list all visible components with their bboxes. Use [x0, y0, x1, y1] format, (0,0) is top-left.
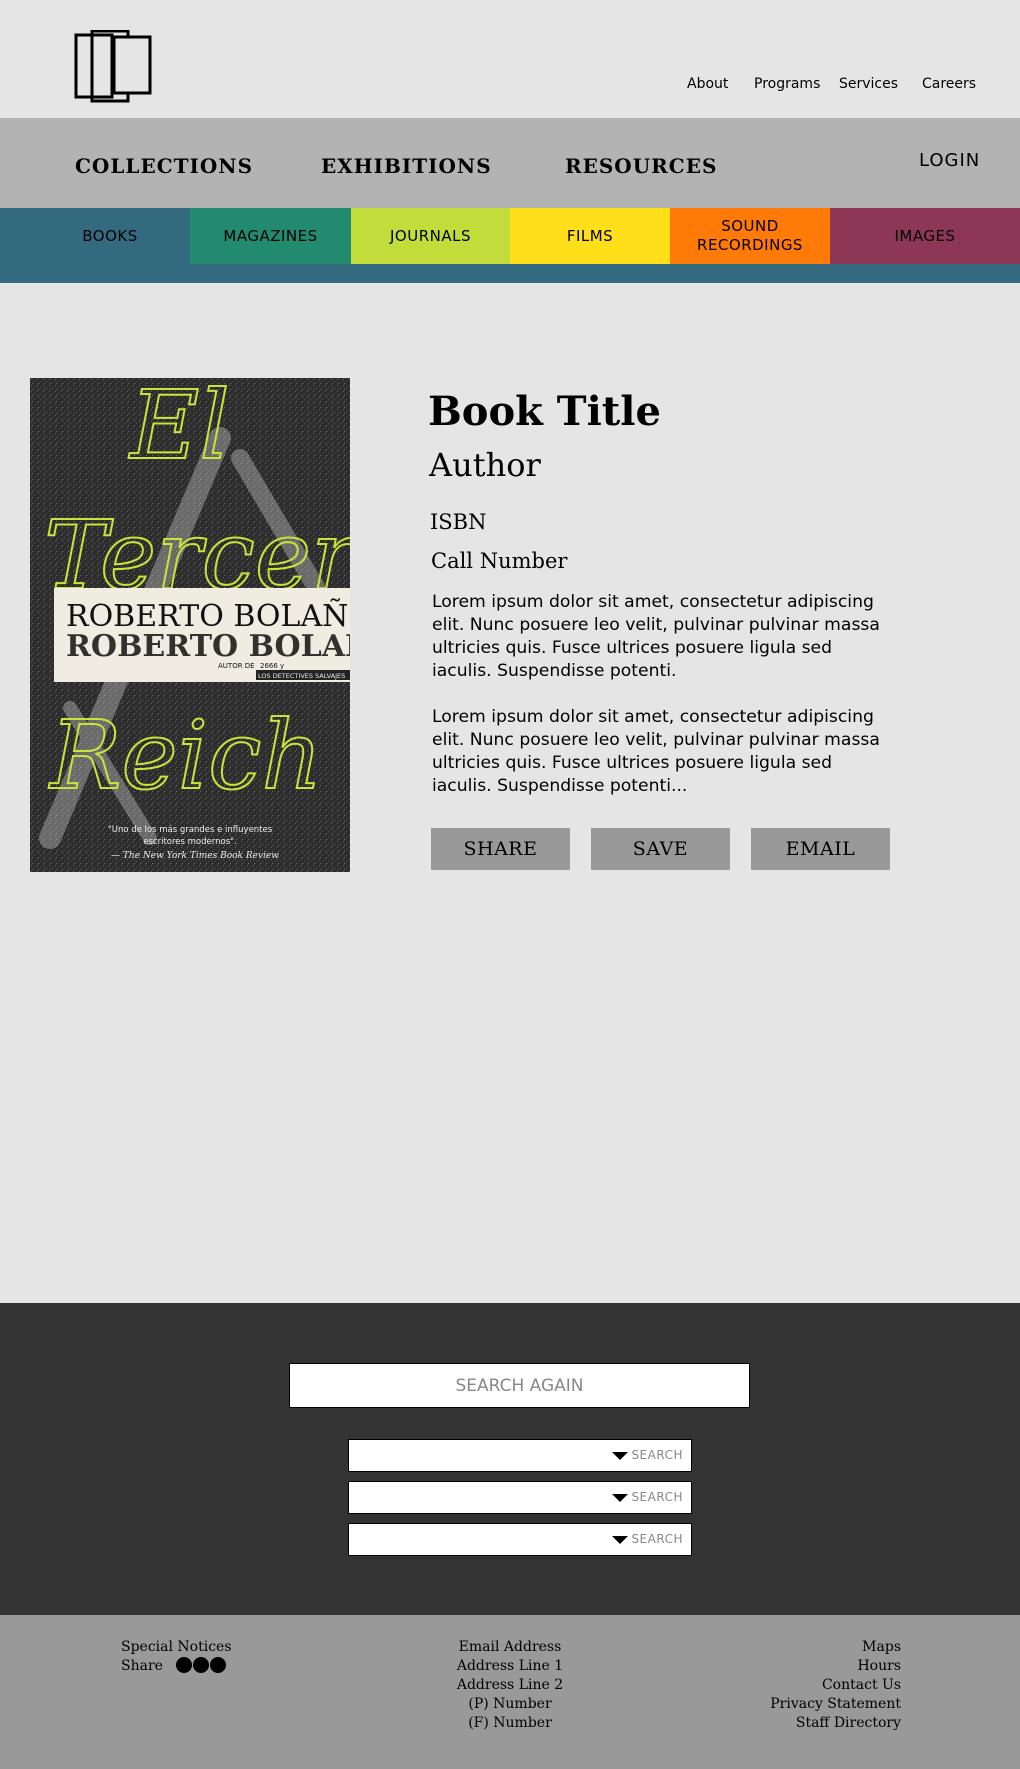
footer-address-line-2: Address Line 2: [456, 1677, 564, 1693]
dropdown-arrow-icon[interactable]: [612, 1494, 628, 1502]
cover-title-word-3: Reich: [48, 701, 323, 811]
book-description-1: Lorem ipsum dolor sit amet, consectetur …: [432, 592, 880, 681]
footer-phone-number: (P) Number: [468, 1696, 552, 1712]
cover-author-echo: ROBERTO BOLAÑO: [66, 628, 350, 664]
nav-resources[interactable]: RESOURCES: [565, 154, 717, 178]
cover-quote-source: — The New York Times Book Review: [111, 851, 279, 861]
book-call-number: Call Number: [431, 549, 568, 573]
dropdown-arrow-icon[interactable]: [612, 1452, 628, 1460]
top-link-about[interactable]: About: [687, 76, 728, 92]
category-images[interactable]: IMAGES: [830, 208, 1020, 264]
email-button[interactable]: EMAIL: [751, 828, 890, 870]
cover-quote-line-2: escritores modernos".: [143, 837, 236, 847]
book-cover-art: El Tercer Reich ROBERTO BOLAÑO ROBERTO B…: [30, 378, 350, 872]
search-dropdown-label[interactable]: SEARCH: [631, 1532, 683, 1546]
footer-special-notices[interactable]: Special Notices: [121, 1638, 232, 1657]
footer: Special Notices Share Email Address Addr…: [0, 1615, 1020, 1769]
search-dropdown-label[interactable]: SEARCH: [631, 1490, 683, 1504]
footer-link-maps[interactable]: Maps: [700, 1638, 901, 1657]
top-link-programs[interactable]: Programs: [754, 76, 820, 92]
book-author: Author: [429, 446, 541, 484]
category-sound-recordings[interactable]: SOUND RECORDINGS: [670, 208, 830, 264]
cover-tagline-prefix: AUTOR DE: [218, 662, 255, 670]
book-isbn: ISBN: [430, 510, 487, 534]
cover-tagline-book-b: LOS DETECTIVES SALVAJES: [258, 672, 345, 680]
search-again-input[interactable]: SEARCH AGAIN: [289, 1363, 750, 1408]
footer-contact: Email Address Address Line 1 Address Lin…: [410, 1638, 610, 1733]
footer-links: Maps Hours Contact Us Privacy Statement …: [700, 1638, 901, 1733]
search-dropdown-2[interactable]: SEARCH: [348, 1481, 692, 1514]
category-journals[interactable]: JOURNALS: [351, 208, 510, 264]
social-icon-1[interactable]: [176, 1657, 192, 1673]
nav-exhibitions[interactable]: EXHIBITIONS: [321, 154, 492, 178]
cover-tagline-book-a: 2666 y: [260, 662, 284, 670]
top-link-services[interactable]: Services: [839, 76, 898, 92]
social-icon-3[interactable]: [210, 1657, 226, 1673]
search-dropdown-1[interactable]: SEARCH: [348, 1439, 692, 1472]
search-dropdown-label[interactable]: SEARCH: [631, 1448, 683, 1462]
search-section: SEARCH AGAIN SEARCH SEARCH SEARCH: [0, 1303, 1020, 1615]
social-icon-2[interactable]: [193, 1657, 209, 1673]
save-button[interactable]: SAVE: [591, 828, 730, 870]
top-link-careers[interactable]: Careers: [922, 76, 976, 92]
cover-title-word-1: El: [128, 378, 230, 481]
footer-email-address[interactable]: Email Address: [410, 1638, 610, 1657]
category-magazines[interactable]: MAGAZINES: [190, 208, 351, 264]
book-cover-image: El Tercer Reich ROBERTO BOLAÑO ROBERTO B…: [30, 378, 350, 872]
main-nav: COLLECTIONS EXHIBITIONS RESOURCES LOGIN: [0, 118, 1020, 208]
search-dropdown-3[interactable]: SEARCH: [348, 1523, 692, 1556]
footer-link-hours[interactable]: Hours: [700, 1657, 901, 1676]
book-description-2: Lorem ipsum dolor sit amet, consectetur …: [432, 707, 880, 796]
top-links: About Programs Services Careers: [0, 76, 1020, 96]
share-button[interactable]: SHARE: [431, 828, 570, 870]
login-link[interactable]: LOGIN: [919, 150, 980, 171]
footer-link-contact-us[interactable]: Contact Us: [700, 1676, 901, 1695]
book-title: Book Title: [428, 388, 661, 435]
category-films[interactable]: FILMS: [510, 208, 670, 264]
footer-share-label: Share: [121, 1658, 163, 1674]
category-bar: BOOKS MAGAZINES JOURNALS FILMS SOUND REC…: [0, 208, 1020, 283]
nav-collections[interactable]: COLLECTIONS: [75, 154, 253, 178]
footer-link-staff-directory[interactable]: Staff Directory: [700, 1714, 901, 1733]
dropdown-arrow-icon[interactable]: [612, 1536, 628, 1544]
category-books[interactable]: BOOKS: [30, 208, 190, 264]
footer-address-line-1: Address Line 1: [456, 1658, 564, 1674]
footer-fax-number: (F) Number: [468, 1715, 552, 1731]
cover-quote-line-1: "Uno de los más grandes e influyentes: [108, 825, 273, 835]
top-bar: About Programs Services Careers: [0, 0, 1020, 118]
footer-link-privacy-statement[interactable]: Privacy Statement: [700, 1695, 901, 1714]
